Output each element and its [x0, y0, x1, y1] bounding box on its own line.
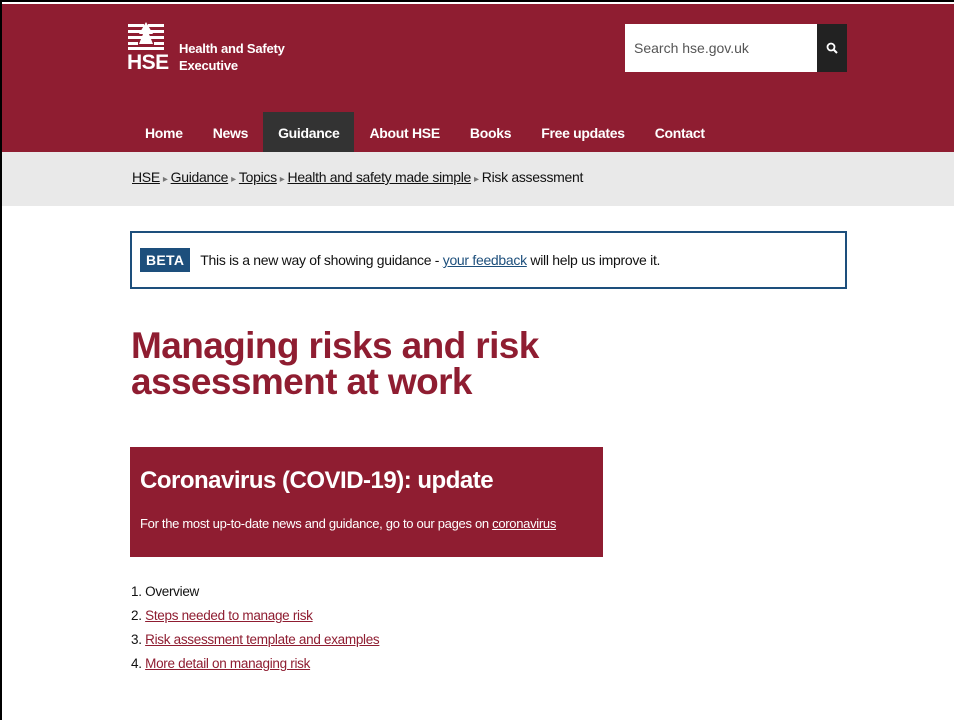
- contents-number: 3.: [131, 632, 142, 647]
- logo-line-1: Health and Safety: [179, 41, 285, 56]
- nav-about-hse[interactable]: About HSE: [354, 112, 454, 152]
- page-title-line-2: assessment at work: [131, 361, 472, 402]
- breadcrumb-health-safety-made-simple[interactable]: Health and safety made simple: [288, 169, 472, 185]
- breadcrumb-separator: ▸: [474, 174, 479, 185]
- nav-free-updates[interactable]: Free updates: [526, 112, 640, 152]
- logo-abbr: HSE: [127, 51, 169, 74]
- contents-list: 1. Overview 2. Steps needed to manage ri…: [131, 580, 380, 676]
- beta-text-after: will help us improve it.: [526, 252, 661, 268]
- contents-number: 4.: [131, 656, 142, 671]
- logo-text: Health and Safety Executive: [179, 40, 285, 74]
- contents-link-template[interactable]: Risk assessment template and examples: [145, 632, 380, 647]
- breadcrumb-separator: ▸: [231, 174, 236, 185]
- coronavirus-link[interactable]: coronavirus: [492, 516, 556, 531]
- breadcrumb-current: Risk assessment: [481, 169, 584, 185]
- breadcrumb-hse[interactable]: HSE: [132, 169, 160, 185]
- hse-logo[interactable]: HSE Health and Safety Executive: [126, 20, 286, 90]
- breadcrumb-bar: HSE ▸ Guidance ▸ Topics ▸ Health and safety ma…: [2, 152, 954, 206]
- nav-home[interactable]: Home: [130, 112, 198, 152]
- breadcrumb-topics[interactable]: Topics: [239, 169, 277, 185]
- contents-overview: Overview: [145, 584, 199, 599]
- nav-contact[interactable]: Contact: [640, 112, 720, 152]
- beta-text: This is a new way of showing guidance - …: [200, 252, 660, 268]
- covid-update-box: Coronavirus (COVID-19): update For the m…: [130, 447, 603, 557]
- nav-books[interactable]: Books: [455, 112, 526, 152]
- contents-link-more-detail[interactable]: More detail on managing risk: [145, 656, 310, 671]
- contents-number: 1.: [131, 584, 142, 599]
- page-title-line-1: Managing risks and risk: [131, 325, 539, 366]
- search-input[interactable]: [625, 24, 817, 72]
- beta-banner: BETA This is a new way of showing guidan…: [130, 231, 847, 289]
- site-search: [625, 24, 847, 72]
- contents-item: 4. More detail on managing risk: [131, 652, 379, 676]
- nav-guidance[interactable]: Guidance: [263, 112, 355, 152]
- logo-line-2: Executive: [179, 58, 238, 73]
- search-button[interactable]: [817, 24, 847, 72]
- main-nav: Home News Guidance About HSE Books Free …: [130, 112, 720, 152]
- beta-tag: BETA: [140, 248, 191, 272]
- breadcrumb-guidance[interactable]: Guidance: [171, 169, 229, 185]
- beta-text-before: This is a new way of showing guidance -: [200, 252, 443, 268]
- covid-title: Coronavirus (COVID-19): update: [140, 467, 494, 494]
- feedback-link[interactable]: your feedback: [443, 252, 527, 268]
- contents-item: 2. Steps needed to manage risk: [131, 604, 379, 628]
- nav-news[interactable]: News: [198, 112, 263, 152]
- contents-number: 2.: [131, 608, 142, 623]
- contents-item: 1. Overview: [131, 580, 379, 604]
- breadcrumb-separator: ▸: [279, 174, 285, 185]
- breadcrumb-separator: ▸: [162, 174, 168, 185]
- search-icon: [826, 42, 838, 54]
- contents-link-steps[interactable]: Steps needed to manage risk: [145, 608, 313, 623]
- contents-item: 3. Risk assessment template and examples: [131, 628, 380, 652]
- covid-text: For the most up-to-date news and guidanc…: [140, 516, 593, 531]
- covid-text-before: For the most up-to-date news and guidanc…: [140, 516, 493, 531]
- site-header: HSE Health and Safety Executive Home New…: [2, 4, 954, 152]
- browser-viewport: HSE Health and Safety Executive Home New…: [0, 0, 954, 720]
- page-title: Managing risks and risk assessment at wo…: [131, 325, 631, 402]
- breadcrumb: HSE ▸ Guidance ▸ Topics ▸ Health and safety ma…: [132, 169, 583, 185]
